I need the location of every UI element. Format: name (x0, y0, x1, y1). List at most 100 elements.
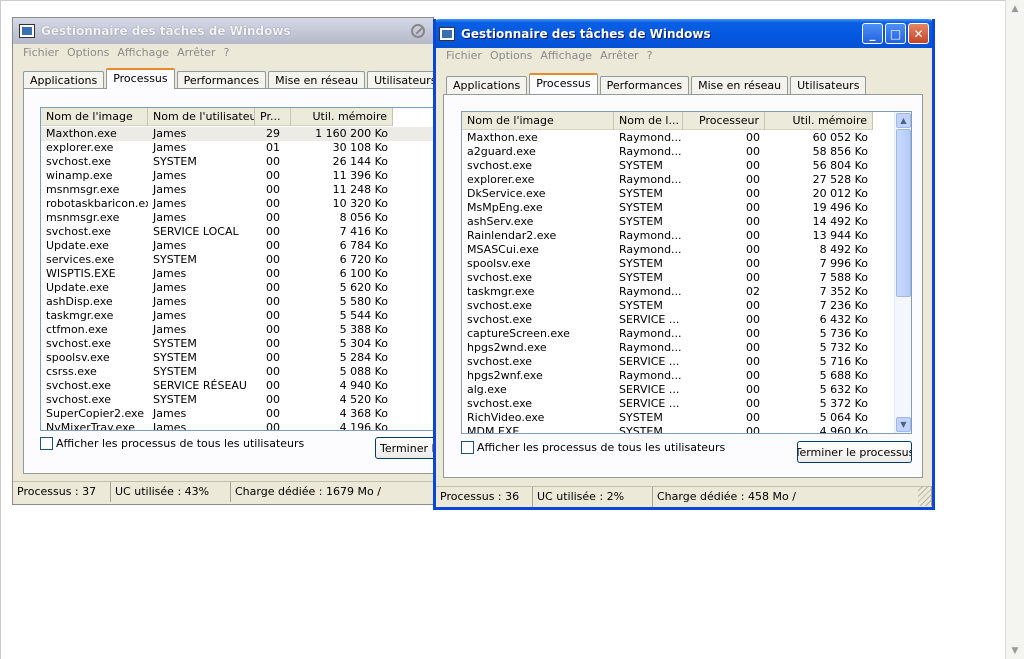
table-row[interactable]: RichVideo.exe SYSTEM 00 5 064 Ko (462, 411, 893, 425)
table-row[interactable]: explorer.exe Raymond... 00 27 528 Ko (462, 173, 893, 187)
table-row[interactable]: Maxthon.exe James 29 1 160 200 Ko (41, 127, 433, 141)
column-image-name[interactable]: Nom de l'image (462, 112, 614, 130)
show-all-processes-checkbox[interactable]: Afficher les processus de tous les utili… (461, 441, 725, 454)
column-cpu[interactable]: Pr... (255, 108, 291, 126)
cell-user-name: Raymond... (619, 327, 682, 340)
process-list[interactable]: Nom de l'image Nom de l'utilisateur Pr..… (40, 107, 433, 431)
table-row[interactable]: WISPTIS.EXE James 00 6 100 Ko (41, 267, 433, 281)
table-row[interactable]: MsMpEng.exe SYSTEM 00 19 496 Ko (462, 201, 893, 215)
tab-processus[interactable]: Processus (529, 73, 598, 94)
table-row[interactable]: msnmsgr.exe James 00 8 056 Ko (41, 211, 433, 225)
cell-cpu: 00 (746, 215, 760, 228)
table-row[interactable]: Update.exe James 00 6 784 Ko (41, 239, 433, 253)
minimize-icon[interactable]: _ (862, 23, 883, 44)
table-row[interactable]: alg.exe SERVICE ... 00 5 632 Ko (462, 383, 893, 397)
end-process-button[interactable]: Terminer le processus (797, 441, 912, 463)
page-scrollbar[interactable]: ▲ ▼ (1005, 0, 1024, 659)
table-row[interactable]: taskmgr.exe James 00 5 544 Ko (41, 309, 433, 323)
table-row[interactable]: Rainlendar2.exe Raymond... 00 13 944 Ko (462, 229, 893, 243)
menu-affichage[interactable]: Affichage (536, 49, 596, 67)
tab-mise-en-reseau[interactable]: Mise en réseau (268, 71, 366, 89)
table-row[interactable]: explorer.exe James 01 30 108 Ko (41, 141, 433, 155)
table-row[interactable]: ctfmon.exe James 00 5 388 Ko (41, 323, 433, 337)
table-row[interactable]: hpgs2wnf.exe Raymond... 00 5 688 Ko (462, 369, 893, 383)
scroll-thumb[interactable] (896, 129, 911, 297)
menu-arreter[interactable]: Arrêter (596, 49, 643, 67)
table-row[interactable]: robotaskbaricon.exe James 00 10 320 Ko (41, 197, 433, 211)
column-user-name[interactable]: Nom de l'utilisateur (148, 108, 255, 126)
table-row[interactable]: svchost.exe SYSTEM 00 7 588 Ko (462, 271, 893, 285)
tab-processus[interactable]: Processus (106, 68, 175, 89)
window-title: Gestionnaire des tâches de Windows (41, 24, 291, 38)
table-row[interactable]: ashDisp.exe James 00 5 580 Ko (41, 295, 433, 309)
table-row[interactable]: NvMixerTray.exe James 00 4 196 Ko (41, 421, 433, 430)
table-row[interactable]: spoolsv.exe SYSTEM 00 7 996 Ko (462, 257, 893, 271)
table-row[interactable]: svchost.exe SERVICE LOCAL 00 7 416 Ko (41, 225, 433, 239)
close-icon[interactable]: ✕ (908, 23, 929, 44)
column-user-name[interactable]: Nom de l... (614, 112, 683, 130)
process-list[interactable]: Nom de l'image Nom de l... Processeur Ut… (461, 111, 912, 434)
table-row[interactable]: svchost.exe SYSTEM 00 7 236 Ko (462, 299, 893, 313)
restore-icon[interactable] (411, 24, 425, 38)
title-bar[interactable]: Gestionnaire des tâches de Windows (13, 18, 433, 44)
tab-mise-en-reseau[interactable]: Mise en réseau (691, 76, 789, 94)
column-image-name[interactable]: Nom de l'image (41, 108, 148, 126)
tab-applications[interactable]: Applications (446, 76, 528, 94)
resize-grip-icon[interactable] (918, 486, 932, 506)
table-row[interactable]: MDM.EXE SYSTEM 00 4 960 Ko (462, 425, 893, 433)
column-memory[interactable]: Util. mémoire (765, 112, 873, 130)
table-row[interactable]: svchost.exe SERVICE RÉSEAU 00 4 940 Ko (41, 379, 433, 393)
menu-help[interactable]: ? (643, 49, 657, 67)
table-row[interactable]: Update.exe James 00 5 620 Ko (41, 281, 433, 295)
table-row[interactable]: Maxthon.exe Raymond... 00 60 052 Ko (462, 131, 893, 145)
table-row[interactable]: svchost.exe SYSTEM 00 4 520 Ko (41, 393, 433, 407)
maximize-icon[interactable]: □ (885, 23, 906, 44)
end-process-button[interactable]: Terminer le processus (375, 437, 433, 459)
tab-performances[interactable]: Performances (599, 76, 690, 94)
table-row[interactable]: taskmgr.exe Raymond... 02 7 352 Ko (462, 285, 893, 299)
table-row[interactable]: DkService.exe SYSTEM 00 20 012 Ko (462, 187, 893, 201)
scroll-down-icon[interactable]: ▼ (1006, 642, 1024, 659)
scroll-down-icon[interactable]: ▼ (896, 417, 911, 432)
checkbox-box[interactable] (40, 437, 53, 450)
table-row[interactable]: MSASCui.exe Raymond... 00 8 492 Ko (462, 243, 893, 257)
column-cpu[interactable]: Processeur (683, 112, 765, 130)
scroll-up-icon[interactable]: ▲ (896, 113, 911, 128)
tab-performances[interactable]: Performances (176, 71, 267, 89)
task-manager-window-active[interactable]: Gestionnaire des tâches de Windows _ □ ✕… (433, 19, 935, 510)
tab-utilisateurs[interactable]: Utilisateurs (367, 71, 433, 89)
title-bar[interactable]: Gestionnaire des tâches de Windows _ □ ✕ (436, 19, 932, 48)
table-row[interactable]: svchost.exe SYSTEM 00 26 144 Ko (41, 155, 433, 169)
menu-options[interactable]: Options (63, 46, 113, 64)
column-memory[interactable]: Util. mémoire (291, 108, 393, 126)
task-manager-window-inactive[interactable]: Gestionnaire des tâches de Windows Fichi… (12, 17, 434, 505)
cell-image-name: msnmsgr.exe (46, 183, 120, 196)
table-row[interactable]: msnmsgr.exe James 00 11 248 Ko (41, 183, 433, 197)
table-row[interactable]: svchost.exe SERVICE ... 00 5 716 Ko (462, 355, 893, 369)
scroll-up-icon[interactable]: ▲ (1006, 0, 1024, 17)
tab-utilisateurs[interactable]: Utilisateurs (790, 76, 867, 94)
checkbox-box[interactable] (461, 441, 474, 454)
menu-arreter[interactable]: Arrêter (173, 46, 220, 64)
table-row[interactable]: SuperCopier2.exe James 00 4 368 Ko (41, 407, 433, 421)
menu-fichier[interactable]: Fichier (442, 49, 486, 67)
table-row[interactable]: svchost.exe SYSTEM 00 56 804 Ko (462, 159, 893, 173)
table-row[interactable]: a2guard.exe Raymond... 00 58 856 Ko (462, 145, 893, 159)
menu-fichier[interactable]: Fichier (19, 46, 63, 64)
table-row[interactable]: winamp.exe James 00 11 396 Ko (41, 169, 433, 183)
table-row[interactable]: csrss.exe SYSTEM 00 5 088 Ko (41, 365, 433, 379)
table-row[interactable]: svchost.exe SERVICE ... 00 6 432 Ko (462, 313, 893, 327)
table-row[interactable]: captureScreen.exe Raymond... 00 5 736 Ko (462, 327, 893, 341)
tab-applications[interactable]: Applications (23, 71, 105, 89)
menu-options[interactable]: Options (486, 49, 536, 67)
table-row[interactable]: svchost.exe SYSTEM 00 5 304 Ko (41, 337, 433, 351)
menu-affichage[interactable]: Affichage (113, 46, 173, 64)
table-row[interactable]: svchost.exe SERVICE ... 00 5 372 Ko (462, 397, 893, 411)
table-row[interactable]: ashServ.exe SYSTEM 00 14 492 Ko (462, 215, 893, 229)
list-scrollbar[interactable]: ▲ ▼ (894, 112, 911, 433)
show-all-processes-checkbox[interactable]: Afficher les processus de tous les utili… (40, 437, 304, 450)
menu-help[interactable]: ? (220, 46, 234, 64)
table-row[interactable]: services.exe SYSTEM 00 6 720 Ko (41, 253, 433, 267)
table-row[interactable]: spoolsv.exe SYSTEM 00 5 284 Ko (41, 351, 433, 365)
table-row[interactable]: hpgs2wnd.exe Raymond... 00 5 732 Ko (462, 341, 893, 355)
